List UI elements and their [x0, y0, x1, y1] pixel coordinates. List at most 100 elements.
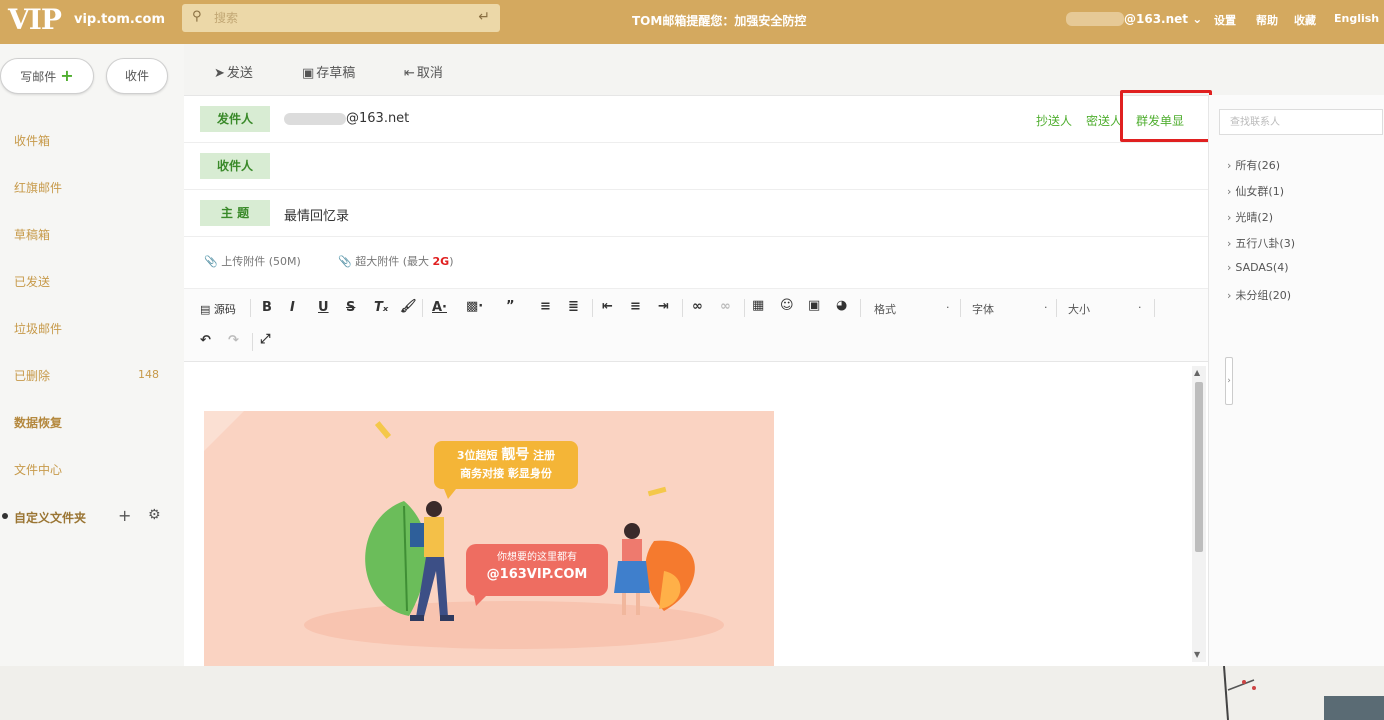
to-tag[interactable]: 收件人 [200, 153, 270, 179]
chevron-right-icon: › [1227, 237, 1232, 250]
size-select[interactable]: 大小 · [1068, 301, 1142, 317]
group-guangqing[interactable]: › 光晴(2) [1227, 209, 1273, 225]
scroll-thumb[interactable] [1195, 382, 1203, 552]
from-tag[interactable]: 发件人 [200, 106, 270, 132]
paper-plane-icon: ➤ [214, 66, 225, 81]
bg-color-icon[interactable]: ▩· [466, 299, 483, 314]
sender-blurred [284, 113, 346, 125]
underline-icon[interactable]: U [318, 300, 329, 315]
italic-icon[interactable]: I [290, 300, 295, 315]
compose-button[interactable]: 写邮件 + [0, 58, 94, 94]
bottom-strip [0, 666, 1384, 720]
subject-input[interactable]: 最情回忆录 [284, 205, 349, 224]
image-icon[interactable]: ▣ [808, 298, 820, 313]
source-icon: ▤ [200, 303, 211, 316]
brush-icon[interactable]: 🖌 [400, 299, 417, 314]
clear-format-icon[interactable]: Tₓ [374, 300, 388, 315]
settings-icon[interactable]: ⚙ [148, 507, 161, 523]
format-select[interactable]: 格式 · [874, 301, 950, 317]
subject-row[interactable]: 主 题 最情回忆录 [184, 190, 1208, 237]
custom-folder[interactable]: 自定义文件夹 [14, 509, 86, 526]
font-select[interactable]: 字体 · [972, 301, 1048, 317]
folder-deleted[interactable]: 已删除 [14, 367, 50, 384]
plus-icon: + [60, 66, 74, 85]
decorative-branch [1223, 666, 1384, 720]
to-row[interactable]: 收件人 [184, 143, 1208, 190]
logo-url[interactable]: vip.tom.com [74, 12, 165, 27]
group-wuxing[interactable]: › 五行八卦(3) [1227, 235, 1295, 251]
folder-data-recovery[interactable]: 数据恢复 [14, 414, 62, 431]
bcc-link[interactable]: 密送人 [1086, 112, 1122, 129]
add-folder-icon[interactable]: + [118, 506, 131, 525]
numbered-list-icon[interactable]: ≣ [568, 299, 579, 314]
align-right-icon[interactable]: ⇥ [658, 299, 669, 314]
exit-icon: ⇤ [404, 66, 415, 81]
cc-link[interactable]: 抄送人 [1036, 112, 1072, 129]
collapse-panel-handle[interactable]: › [1225, 357, 1233, 405]
subject-tag: 主 题 [200, 200, 270, 226]
vip-logo[interactable]: VIP [8, 3, 62, 36]
nav-settings[interactable]: 设置 [1214, 12, 1236, 28]
group-sadas[interactable]: › SADAS(4) [1227, 261, 1288, 274]
compose-form: 发件人 @163.net 抄送人 密送人 群发单显 收件人 主 题 最情回忆录 … [184, 90, 1212, 667]
folder-inbox[interactable]: 收件箱 [14, 132, 50, 149]
chevron-down-icon: ⌄ [1192, 12, 1203, 26]
folder-flagged[interactable]: 红旗邮件 [14, 179, 62, 196]
bullet-list-icon[interactable]: ≡ [540, 299, 551, 314]
big-attachment[interactable]: 📎 超大附件 (最大 2G) [338, 253, 453, 269]
editor-scrollbar[interactable]: ▲ ▼ [1192, 366, 1206, 662]
group-ungrouped[interactable]: › 未分组(20) [1227, 287, 1291, 303]
unlink-icon[interactable]: ∞ [720, 299, 731, 314]
folder-sent[interactable]: 已发送 [14, 273, 50, 290]
group-fairy[interactable]: › 仙女群(1) [1227, 183, 1284, 199]
redo-icon[interactable]: ↷ [228, 333, 239, 348]
deleted-count: 148 [138, 368, 159, 381]
link-icon[interactable]: ∞ [692, 299, 703, 314]
upload-attachment[interactable]: 📎 上传附件 (50M) [204, 253, 301, 269]
align-center-icon[interactable]: ≡ [630, 299, 641, 314]
account-blurred [1066, 12, 1124, 26]
group-all[interactable]: › 所有(26) [1227, 157, 1280, 173]
align-left-icon[interactable]: ⇤ [602, 299, 613, 314]
receive-button[interactable]: 收件 [106, 58, 168, 94]
source-button[interactable]: ▤ 源码 [200, 301, 236, 317]
bold-icon[interactable]: B [262, 300, 272, 315]
folder-spam[interactable]: 垃圾邮件 [14, 320, 62, 337]
paperclip-icon: 📎 [204, 255, 218, 268]
draft-icon: ▣ [302, 66, 315, 81]
paperclip-icon: 📎 [338, 255, 352, 268]
chevron-right-icon: › [1227, 289, 1232, 302]
send-button[interactable]: ➤ 发送 [214, 62, 253, 81]
quote-icon[interactable]: ” [506, 299, 515, 314]
editor-toolbar: ▤ 源码 B I U S Tₓ 🖌 A· ▩· ” ≡ ≣ ⇤ ≡ ⇥ ∞ ∞ … [184, 288, 1208, 362]
bullet-icon [2, 513, 8, 519]
folder-drafts[interactable]: 草稿箱 [14, 226, 50, 243]
scroll-down-icon[interactable]: ▼ [1194, 650, 1200, 659]
banner-bubble-domain: 你想要的这里都有 @163VIP.COM [466, 544, 608, 596]
table-icon[interactable]: ▦ [752, 298, 764, 313]
folder-file-center[interactable]: 文件中心 [14, 461, 62, 478]
scroll-up-icon[interactable]: ▲ [1194, 368, 1200, 377]
chevron-right-icon: › [1227, 159, 1232, 172]
compass-icon[interactable]: ◕ [836, 298, 847, 313]
search-input[interactable] [214, 8, 454, 28]
search-box[interactable]: ⚲ ↵ [182, 4, 500, 32]
undo-icon[interactable]: ↶ [200, 333, 211, 348]
nav-english[interactable]: English [1334, 12, 1379, 25]
contact-search-input[interactable] [1219, 109, 1383, 135]
save-draft-button[interactable]: ▣ 存草稿 [302, 62, 355, 81]
font-color-icon[interactable]: A· [432, 300, 447, 315]
nav-help[interactable]: 帮助 [1256, 12, 1278, 28]
fullscreen-icon[interactable]: ⤢ [260, 332, 270, 347]
from-row: 发件人 @163.net 抄送人 密送人 群发单显 [184, 90, 1212, 143]
emoji-icon[interactable]: ☺ [780, 298, 794, 313]
highlight-box [1120, 90, 1212, 142]
enter-icon[interactable]: ↵ [478, 9, 490, 25]
chevron-right-icon: › [1227, 211, 1232, 224]
account-menu[interactable]: @163.net ⌄ [1124, 12, 1202, 26]
nav-favorite[interactable]: 收藏 [1294, 12, 1316, 28]
security-notice[interactable]: TOM邮箱提醒您：加强安全防控 [632, 12, 806, 29]
sender-address[interactable]: @163.net [346, 111, 409, 126]
cancel-button[interactable]: ⇤ 取消 [404, 62, 443, 81]
strikethrough-icon[interactable]: S [346, 300, 355, 315]
